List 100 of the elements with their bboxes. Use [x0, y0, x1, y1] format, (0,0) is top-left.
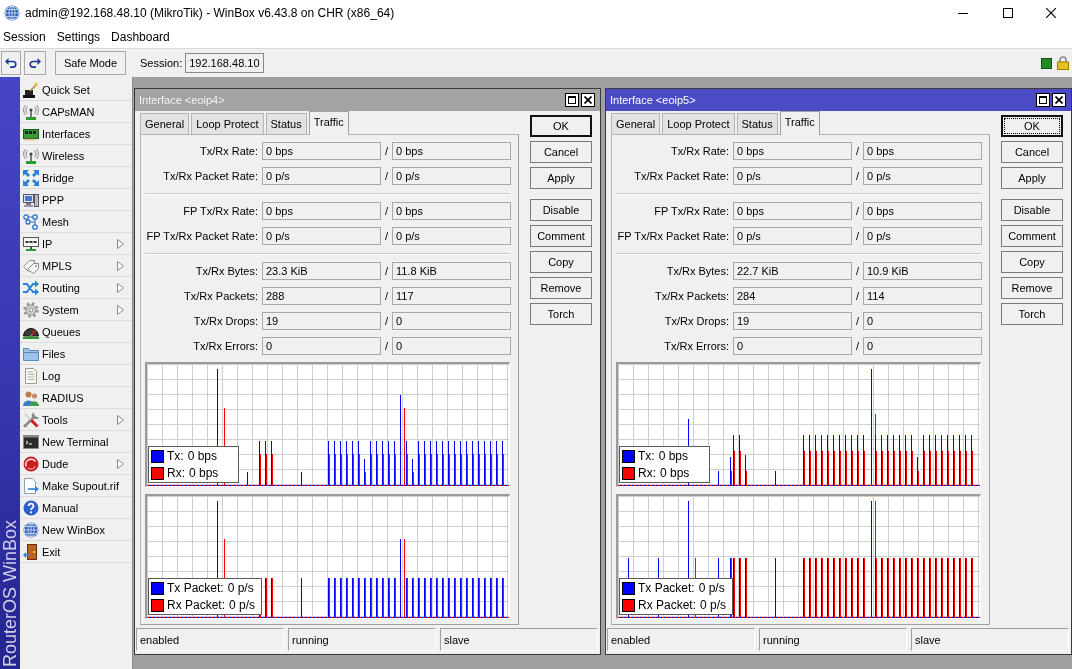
- file-arrow-icon: [23, 477, 39, 494]
- dialog-button[interactable]: Remove: [1001, 277, 1063, 299]
- status-field: running: [759, 628, 907, 651]
- redo-button[interactable]: [24, 51, 46, 75]
- menu-item[interactable]: Session: [3, 30, 46, 44]
- menu-item[interactable]: Dashboard: [111, 30, 170, 44]
- tags-icon: [23, 257, 39, 274]
- dialog-button[interactable]: Apply: [1001, 167, 1063, 189]
- legend-label: Tx:: [167, 449, 184, 463]
- maximize-button[interactable]: [1036, 93, 1050, 107]
- users-icon: [23, 389, 39, 406]
- display-icon: [23, 235, 39, 252]
- value-field: 0: [392, 337, 511, 355]
- dialog-button[interactable]: Cancel: [1001, 141, 1063, 163]
- dialog-button[interactable]: Copy: [530, 251, 592, 273]
- sidebar-item[interactable]: CAPsMAN: [20, 101, 132, 123]
- legend-value: 0 bps: [658, 449, 689, 463]
- sidebar-item[interactable]: Mesh: [20, 211, 132, 233]
- sidebar-item[interactable]: Routing: [20, 277, 132, 299]
- field-label: FP Tx/Rx Packet Rate:: [145, 230, 259, 242]
- sidebar-item[interactable]: Exit: [20, 541, 132, 563]
- window-title: Interface <eoip5>: [610, 94, 696, 106]
- antenna-icon: [23, 103, 39, 120]
- slash-label: /: [383, 265, 390, 277]
- dialog-button[interactable]: Disable: [530, 199, 592, 221]
- status-field: slave: [911, 628, 1069, 651]
- slash-label: /: [383, 205, 390, 217]
- status-field: running: [288, 628, 436, 651]
- tab[interactable]: Loop Protect: [662, 113, 735, 134]
- sidebar-item[interactable]: Log: [20, 365, 132, 387]
- sidebar-item[interactable]: New WinBox: [20, 519, 132, 541]
- safe-mode-button[interactable]: Safe Mode: [55, 51, 126, 75]
- legend-value: 0 p/s: [700, 598, 727, 612]
- disc-icon: [23, 455, 39, 472]
- slash-label: /: [383, 170, 390, 182]
- tab[interactable]: General: [140, 113, 190, 134]
- slash-label: /: [854, 265, 861, 277]
- sidebar-item[interactable]: PPP: [20, 189, 132, 211]
- dialog-button[interactable]: Copy: [1001, 251, 1063, 273]
- sidebar-item[interactable]: Files: [20, 343, 132, 365]
- sidebar-item[interactable]: System: [20, 299, 132, 321]
- tab[interactable]: Loop Protect: [191, 113, 264, 134]
- field-label: Tx/Rx Packet Rate:: [162, 170, 259, 182]
- value-field: 0: [733, 337, 852, 355]
- status-field: enabled: [136, 628, 284, 651]
- close-button[interactable]: [1052, 93, 1066, 107]
- dialog-button[interactable]: Torch: [530, 303, 592, 325]
- field-label: Tx/Rx Packets:: [183, 290, 259, 302]
- sidebar-item[interactable]: New Terminal: [20, 431, 132, 453]
- tools-icon: [23, 411, 39, 428]
- undo-button[interactable]: [1, 51, 21, 75]
- tab[interactable]: Status: [265, 113, 307, 134]
- dialog-button[interactable]: OK: [530, 115, 592, 137]
- sidebar-item[interactable]: Quick Set: [20, 79, 132, 101]
- shuffle-icon: [23, 279, 39, 296]
- submenu-arrow-icon: [117, 282, 124, 293]
- value-field: 0 bps: [863, 142, 982, 160]
- legend-value: 0 bps: [660, 466, 690, 480]
- dialog-button[interactable]: Torch: [1001, 303, 1063, 325]
- dialog-button[interactable]: OK: [1001, 115, 1063, 137]
- field-label: Tx/Rx Rate:: [198, 145, 259, 157]
- dialog-button[interactable]: Disable: [1001, 199, 1063, 221]
- sidebar-item[interactable]: Interfaces: [20, 123, 132, 145]
- slash-label: /: [854, 230, 861, 242]
- minimize-icon: [957, 12, 968, 14]
- sidebar-item[interactable]: Bridge: [20, 167, 132, 189]
- tab[interactable]: Status: [736, 113, 778, 134]
- dialog-button[interactable]: Remove: [530, 277, 592, 299]
- sidebar-item[interactable]: Tools: [20, 409, 132, 431]
- sidebar-item[interactable]: Dude: [20, 453, 132, 475]
- submenu-arrow-icon: [117, 414, 124, 425]
- sidebar-item[interactable]: Wireless: [20, 145, 132, 167]
- menu-item[interactable]: Settings: [56, 30, 101, 44]
- slash-label: /: [854, 340, 861, 352]
- sidebar-item[interactable]: Queues: [20, 321, 132, 343]
- dialog-button[interactable]: Apply: [530, 167, 592, 189]
- sidebar-item[interactable]: RADIUS: [20, 387, 132, 409]
- legend-value: 0 p/s: [227, 581, 254, 595]
- sidebar-item[interactable]: Manual: [20, 497, 132, 519]
- slash-label: /: [854, 315, 861, 327]
- dialog-button[interactable]: Comment: [530, 225, 592, 247]
- value-field: 288: [262, 287, 381, 305]
- submenu-arrow-icon: [117, 238, 124, 249]
- status-field: enabled: [607, 628, 755, 651]
- sidebar-item[interactable]: Make Supout.rif: [20, 475, 132, 497]
- tab[interactable]: General: [611, 113, 661, 134]
- value-field: 284: [733, 287, 852, 305]
- lock-icon: [1057, 56, 1069, 70]
- tab[interactable]: Traffic: [308, 111, 349, 135]
- dialog-button[interactable]: Cancel: [530, 141, 592, 163]
- sidebar-item[interactable]: MPLS: [20, 255, 132, 277]
- slash-label: /: [854, 205, 861, 217]
- sidebar-item[interactable]: IP: [20, 233, 132, 255]
- dialog-button[interactable]: Comment: [1001, 225, 1063, 247]
- slash-label: /: [383, 315, 390, 327]
- tab[interactable]: Traffic: [779, 111, 820, 135]
- value-field: 19: [262, 312, 381, 330]
- terminal-icon: [23, 433, 39, 450]
- gear-icon: [23, 301, 39, 318]
- value-field: 10.9 KiB: [863, 262, 982, 280]
